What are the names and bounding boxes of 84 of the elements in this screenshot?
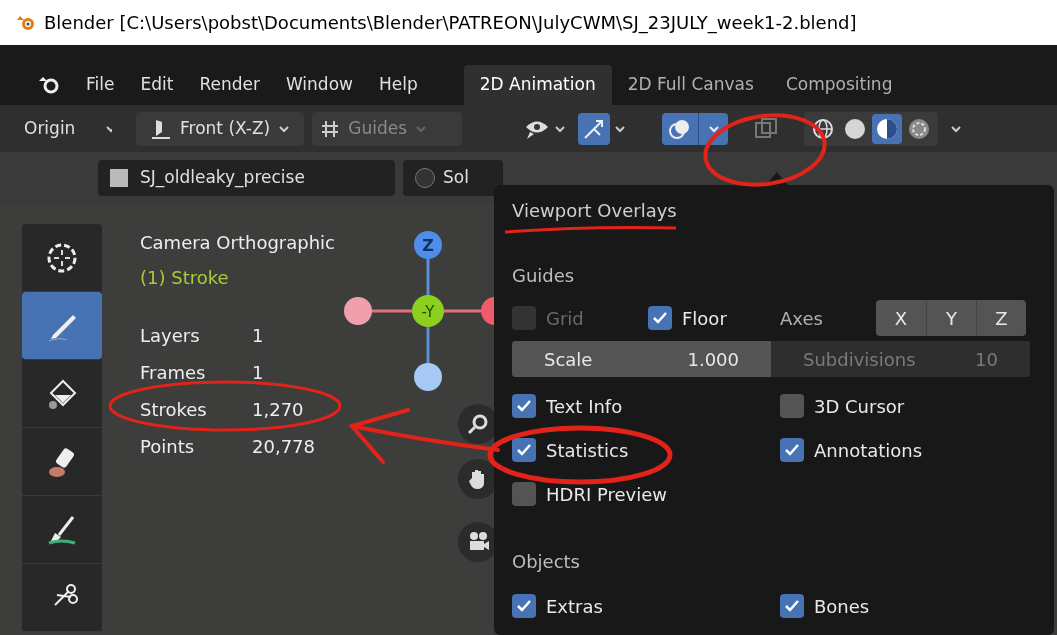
checkbox-option[interactable]: Bones xyxy=(780,584,1030,628)
blender-logo-icon xyxy=(16,13,36,32)
workspace-tab[interactable]: 2D Full Canvas xyxy=(611,65,770,105)
menu-item[interactable]: File xyxy=(86,72,115,98)
menu-item[interactable]: Help xyxy=(378,72,418,98)
overlays-toggle[interactable] xyxy=(662,112,729,145)
checkbox[interactable] xyxy=(780,594,804,618)
checkmark-icon xyxy=(784,599,800,613)
xray-icon xyxy=(754,116,779,141)
magnifier-icon xyxy=(467,413,489,435)
checkbox[interactable] xyxy=(512,394,536,418)
dropdown-label: Guides xyxy=(348,116,408,140)
stat-value: 20,778 xyxy=(252,435,316,459)
field-label: Subdivisions xyxy=(803,347,916,372)
stat-label: Strokes xyxy=(140,398,208,422)
square-icon xyxy=(110,169,128,187)
plane-icon xyxy=(150,117,172,140)
stat-value: 1 xyxy=(252,361,265,385)
field-value: 10 xyxy=(975,347,998,372)
caret-icon xyxy=(554,124,567,133)
checkmark-icon xyxy=(516,399,532,413)
object-label: (1) Stroke xyxy=(140,266,230,290)
movie-camera-icon xyxy=(467,531,489,553)
checkbox[interactable] xyxy=(512,438,536,462)
checkmark-icon xyxy=(652,311,668,325)
checkmark-icon xyxy=(516,599,532,613)
object-field[interactable]: SJ_oldleaky_precise xyxy=(98,160,395,196)
axis-toggle[interactable]: Z xyxy=(976,300,1026,336)
material-name: Sol xyxy=(443,166,469,190)
stat-label: Layers xyxy=(140,324,201,348)
workspace-tab[interactable]: Compositing xyxy=(769,65,909,105)
grid-icon xyxy=(320,118,341,139)
wireframe-sphere-icon xyxy=(811,116,836,141)
axis-toggle[interactable]: Y xyxy=(926,300,976,336)
menu-item[interactable]: Window xyxy=(285,72,353,98)
view-dropdown[interactable]: Front (X-Z) xyxy=(136,111,305,146)
caret-icon xyxy=(105,124,112,133)
axis-toggle[interactable]: X xyxy=(876,300,926,336)
menu-item[interactable]: Edit xyxy=(140,72,174,98)
gizmo-toggle[interactable] xyxy=(578,111,627,146)
stat-value: 1,270 xyxy=(252,398,305,422)
checkbox-option[interactable]: Extras xyxy=(512,584,780,628)
caret-icon xyxy=(278,124,291,133)
window-title: Blender [C:\Users\pobst\Documents\Blender\PATREON\JulyCWM\SJ_23JULY_week1-2.blend] xyxy=(44,11,857,36)
section-heading: Objects xyxy=(512,550,581,574)
field-value: 1.000 xyxy=(687,347,739,372)
solid-sphere-icon xyxy=(843,116,868,141)
stat-value: 1 xyxy=(252,324,265,348)
menu-item[interactable]: Render xyxy=(199,72,260,98)
checkbox[interactable] xyxy=(512,482,536,506)
checkmark-icon xyxy=(784,443,800,457)
axis-label: -Y xyxy=(421,303,435,321)
checkbox-option[interactable]: Floor xyxy=(648,296,780,340)
checkbox[interactable] xyxy=(780,438,804,462)
rendered-sphere-icon xyxy=(907,116,932,141)
stat-label: Points xyxy=(140,435,196,459)
checkbox-option[interactable]: Annotations xyxy=(780,428,1030,472)
caret-icon xyxy=(614,124,627,133)
stat-label: Frames xyxy=(140,361,207,385)
checkmark-icon xyxy=(516,443,532,457)
section-heading: Guides xyxy=(512,264,576,288)
blender-logo-icon[interactable] xyxy=(38,76,60,94)
popover-title: Viewport Overlays xyxy=(512,200,677,221)
checkbox[interactable] xyxy=(648,306,672,330)
caret-icon xyxy=(707,124,720,133)
view-name: Camera Orthographic xyxy=(140,231,335,255)
workspace-tab[interactable]: 2D Animation xyxy=(463,65,612,105)
material-field[interactable]: Sol xyxy=(403,160,503,196)
checkbox-option[interactable]: HDRI Preview xyxy=(512,472,780,516)
material-sphere-icon xyxy=(875,116,900,141)
field-label: Scale xyxy=(544,347,593,372)
dropdown-label: Front (X-Z) xyxy=(180,116,271,140)
axes-label: Axes xyxy=(780,306,824,331)
dropdown-label: Origin xyxy=(24,116,76,140)
checkbox[interactable] xyxy=(512,594,536,618)
object-name: SJ_oldleaky_precise xyxy=(140,166,305,190)
shading-button[interactable] xyxy=(872,113,903,144)
caret-icon xyxy=(415,124,428,133)
checkbox-option[interactable]: Text Info xyxy=(512,384,780,428)
checkbox-option[interactable]: Statistics xyxy=(512,428,780,472)
checkbox[interactable] xyxy=(780,394,804,418)
checkbox-option[interactable]: 3D Cursor xyxy=(780,384,1030,428)
axis-label: Z xyxy=(422,236,434,255)
caret-icon xyxy=(950,124,963,133)
